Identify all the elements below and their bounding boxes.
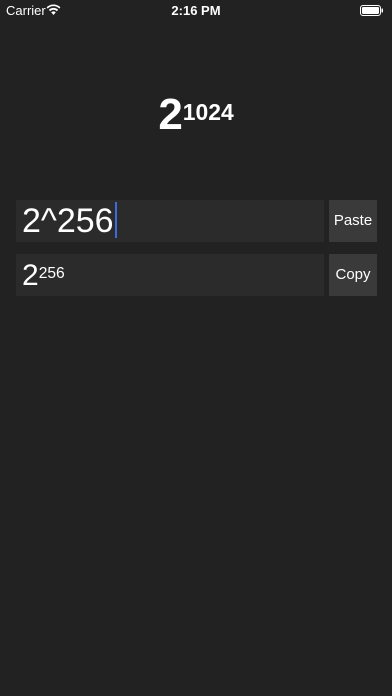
paste-button[interactable]: Paste <box>329 200 377 242</box>
battery-icon <box>360 5 383 16</box>
result-field: 2256 <box>16 254 324 296</box>
app-screen: Carrier 2:16 PM 21024 2^256 Paste 2256 C… <box>0 0 392 696</box>
result-base: 2 <box>22 259 39 292</box>
result-expression: 2256 <box>22 258 65 294</box>
copy-button[interactable]: Copy <box>329 254 377 296</box>
text-caret <box>114 202 117 238</box>
result-exponent: 256 <box>38 264 65 282</box>
header-base: 2 <box>158 90 183 139</box>
result-row: 2256 Copy <box>16 254 377 296</box>
expression-input[interactable]: 2^256 <box>16 200 324 242</box>
header-expression: 21024 <box>0 90 392 140</box>
expression-input-value: 2^256 <box>22 202 114 240</box>
status-time: 2:16 PM <box>171 3 221 18</box>
header-exponent: 1024 <box>182 98 234 125</box>
status-bar: Carrier 2:16 PM <box>0 0 392 20</box>
input-row: 2^256 Paste <box>16 200 377 242</box>
